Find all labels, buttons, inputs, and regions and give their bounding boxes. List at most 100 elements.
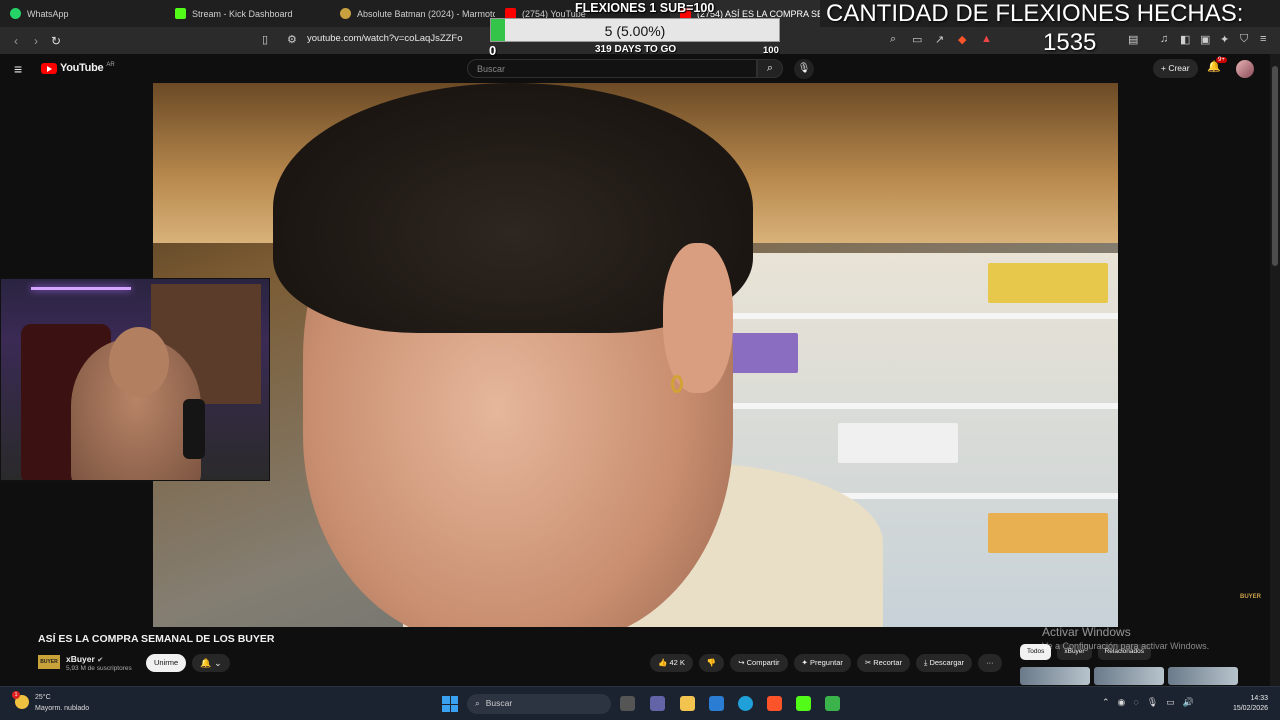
create-label: Crear [1168,63,1190,73]
tab-kick-dashboard[interactable]: Stream - Kick Dashboard [165,0,330,27]
store-icon[interactable] [709,696,724,711]
thumbs-up-icon: 👍 [658,658,668,667]
microphone-icon: 🎙 [797,63,811,74]
dislike-button[interactable]: 👎 [698,654,725,672]
download-label: Descargar [929,658,965,667]
create-button[interactable]: + Crear [1153,59,1198,78]
clock[interactable]: 14:33 15/02/2026 [1226,694,1268,714]
goal-progress-text: 5 (5.00%) [604,23,666,39]
teams-icon[interactable] [650,696,665,711]
zoom-icon[interactable]: ⌕ [890,33,896,46]
weather-badge: 1 [12,691,20,699]
brave-shield-icon[interactable]: ◆ [958,33,966,46]
download-button[interactable]: ⤓ Descargar [916,654,973,672]
like-button[interactable]: 👍 42 K [650,654,693,672]
obs-icon[interactable] [825,696,840,711]
site-info-icon[interactable]: ⚙ [287,33,297,46]
subscribe-bell-button[interactable]: 🔔 ⌄ [192,654,230,672]
chevron-down-icon: ⌄ [214,658,222,668]
webcam-overlay [0,278,270,481]
kick-icon [175,8,186,19]
clip-button[interactable]: ✂ Recortar [856,654,911,672]
bookmark-icon[interactable]: ▯ [262,33,268,46]
ask-button[interactable]: ✦ Preguntar [793,654,851,672]
video-title: ASÍ ES LA COMPRA SEMANAL DE LOS BUYER [38,633,275,645]
shelf-divider [688,313,1118,319]
url-field[interactable]: youtube.com/watch?v=coLaqJsZZFo [307,33,463,44]
share-button[interactable]: ↪ Compartir [730,654,788,672]
activate-windows-title: Activar Windows [1042,625,1131,639]
rewards-icon[interactable]: ▲ [981,33,992,45]
join-button[interactable]: Unirme [146,654,187,672]
youtube-wordmark: YouTube [60,62,104,74]
hamburger-menu-icon[interactable]: ≡ [14,61,22,77]
channel-avatar[interactable]: BUYER [38,655,60,669]
task-view-icon[interactable] [620,696,635,711]
taskbar-search[interactable]: ⌕ Buscar [467,694,611,714]
kick-icon[interactable] [796,696,811,711]
youtube-header: ≡ YouTube AR Buscar ⌕ 🎙 + Crear 🔔 9+ [0,54,1270,83]
chevron-up-icon[interactable]: ⌃ [1102,697,1110,708]
related-thumbnail[interactable] [1020,667,1090,685]
video-player[interactable] [153,83,1118,627]
page-scrollbar[interactable] [1270,54,1280,686]
voice-search-button[interactable]: 🎙 [794,59,814,79]
tab-label: WhatsApp [27,8,69,19]
related-thumbnail[interactable] [1094,667,1164,685]
clock-time: 14:33 [1250,695,1268,702]
site-icon [340,8,351,19]
sidebar-icon[interactable]: ▤ [1128,33,1138,46]
windows-taskbar: 1 25°C Mayorm. nublado ⌕ Buscar ⌃ ◉ ◌ 🎙 ▭… [0,686,1280,720]
tab-batman[interactable]: Absolute Batman (2024) - Marmoto C [330,0,495,27]
share-icon: ↪ [738,658,745,667]
bell-icon: 🔔 [200,658,212,668]
reload-icon[interactable]: ↻ [46,31,66,51]
cast-icon[interactable]: ▭ [912,33,922,46]
pushup-count-label: CANTIDAD DE FLEXIONES HECHAS: [826,0,1244,27]
channel-name[interactable]: xBuyer ✔ [66,654,103,664]
search-input[interactable]: Buscar [467,59,757,78]
music-icon[interactable]: ♫ [1160,33,1168,45]
microphone-icon[interactable]: 🎙 [1147,697,1158,708]
app-tray-icon[interactable]: ◉ [1118,697,1126,708]
menu-icon[interactable]: ≡ [1260,33,1266,45]
taskbar-search-label: Buscar [485,698,513,708]
goal-progress-bar: 5 (5.00%) [490,18,780,42]
search-icon: ⌕ [766,62,774,74]
tab-label: Absolute Batman (2024) - Marmoto C [357,8,495,19]
led-light [31,287,131,290]
youtube-logo[interactable]: YouTube AR [41,62,115,74]
video-actions: 👍 42 K 👎 ↪ Compartir ✦ Preguntar ✂ Recor… [650,654,1002,672]
goal-min: 0 [489,43,497,58]
monitor-icon[interactable]: ▭ [1166,697,1175,708]
windows-start-icon[interactable] [442,696,458,712]
avatar[interactable] [1236,60,1254,78]
tab-label: Stream - Kick Dashboard [192,8,293,19]
scissors-icon: ✂ [864,658,872,667]
related-thumbnail[interactable] [1168,667,1238,685]
download-icon: ⤓ [924,658,928,667]
product [988,513,1108,553]
pushup-count-value: 1535 [1043,29,1097,56]
share-icon[interactable]: ↗ [935,33,944,46]
leo-icon[interactable]: ✦ [1220,33,1229,46]
back-icon[interactable]: ‹ [6,31,26,51]
edge-icon[interactable] [738,696,753,711]
scrollbar-thumb[interactable] [1272,66,1278,266]
volume-icon[interactable]: 🔊 [1183,697,1194,708]
streamer-head [109,327,169,397]
more-actions-button[interactable]: ··· [978,654,1002,672]
clip-label: Recortar [873,658,903,667]
forward-icon[interactable]: › [26,31,46,51]
tab-whatsapp[interactable]: WhatsApp [0,0,165,27]
panel-icon[interactable]: ◧ [1180,33,1190,46]
shelf-divider [688,403,1118,409]
weather-widget[interactable]: 1 25°C Mayorm. nublado [12,691,89,714]
file-explorer-icon[interactable] [680,696,695,711]
search-button[interactable]: ⌕ [757,59,783,78]
app-tray-icon[interactable]: ◌ [1133,697,1138,708]
brave-icon[interactable] [767,696,782,711]
wallet-icon[interactable]: ▣ [1200,33,1210,46]
channel-watermark[interactable]: BUYER [1240,594,1266,608]
vpn-icon[interactable]: ⛉ [1240,33,1248,46]
